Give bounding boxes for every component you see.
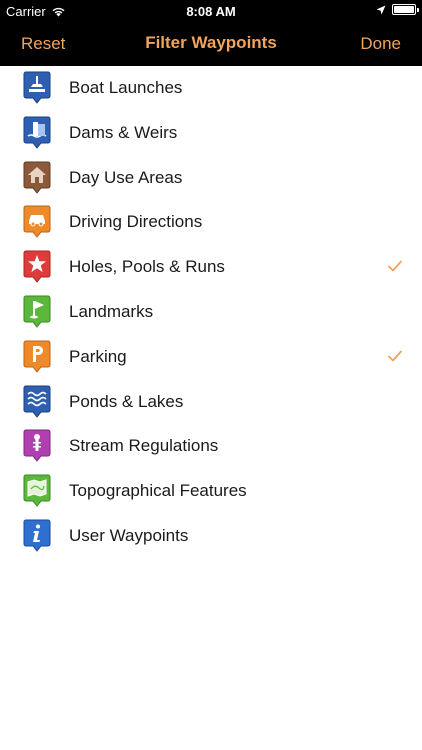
list-item-user-waypoints[interactable]: User Waypoints: [0, 514, 422, 559]
status-bar: Carrier 8:08 AM: [0, 0, 422, 22]
list-item-label: Landmarks: [69, 301, 154, 321]
list-item-label: Holes, Pools & Runs: [69, 257, 225, 277]
list-item-label: Ponds & Lakes: [69, 391, 184, 411]
done-button[interactable]: Done: [360, 34, 401, 54]
list-item-topographical-features[interactable]: Topographical Features: [0, 469, 422, 514]
info-icon: [23, 519, 51, 552]
page-title: Filter Waypoints: [145, 33, 277, 52]
checkmark-icon: [388, 350, 402, 362]
car-icon: [23, 205, 51, 239]
list-item-label: Boat Launches: [69, 78, 183, 97]
list-item-label: Dams & Weirs: [69, 122, 178, 142]
checkmark-icon: [388, 260, 402, 272]
list-item-parking[interactable]: Parking: [0, 335, 422, 380]
list-item-holes-pools-runs[interactable]: Holes, Pools & Runs: [0, 245, 422, 290]
list-item-landmarks[interactable]: Landmarks: [0, 290, 422, 335]
star-icon: [23, 250, 51, 283]
waypoint-filter-list: Boat Launches Dams & Weirs Day Use Areas…: [0, 66, 422, 559]
topo-map-icon: [23, 474, 51, 507]
cabin-icon: [23, 161, 51, 194]
location-arrow-icon: [376, 5, 386, 14]
list-item-stream-regulations[interactable]: Stream Regulations: [0, 424, 422, 469]
status-right: [376, 4, 419, 15]
status-time: 8:08 AM: [186, 4, 236, 19]
list-item-ponds-lakes[interactable]: Ponds & Lakes: [0, 380, 422, 425]
navigation-bar: Reset Filter Waypoints Done: [0, 22, 422, 66]
list-item-label: User Waypoints: [69, 525, 189, 545]
list-item-label: Topographical Features: [69, 481, 247, 501]
list-item-label: Stream Regulations: [69, 436, 219, 456]
gauge-icon: [23, 429, 51, 463]
list-item-driving-directions[interactable]: Driving Directions: [0, 200, 422, 245]
list-item-day-use-areas[interactable]: Day Use Areas: [0, 156, 422, 201]
dam-icon: [23, 116, 51, 149]
boat-launch-icon: [23, 71, 51, 104]
list-item-label: Parking: [69, 346, 127, 366]
list-item-boat-launches[interactable]: Boat Launches: [0, 66, 422, 111]
list-item-label: Day Use Areas: [69, 167, 183, 187]
parking-icon: [23, 340, 51, 373]
list-item-label: Driving Directions: [69, 212, 203, 232]
flag-icon: [23, 295, 51, 328]
waves-icon: [23, 385, 51, 418]
list-item-dams-weirs[interactable]: Dams & Weirs: [0, 111, 422, 156]
battery-icon: [392, 4, 419, 15]
